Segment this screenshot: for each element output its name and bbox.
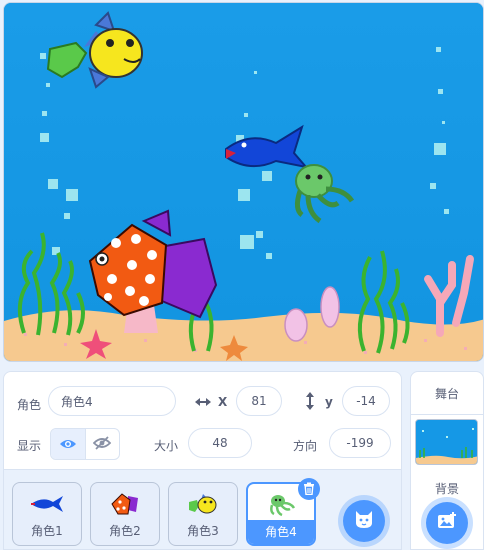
eye-slash-icon <box>92 435 112 454</box>
orange-fish-icon <box>91 487 159 521</box>
hide-button[interactable] <box>86 429 120 459</box>
sprite-tile-1[interactable]: 角色1 <box>12 482 82 546</box>
x-input[interactable]: 81 <box>236 386 282 416</box>
direction-label: 方向 <box>293 439 318 453</box>
stage-scene <box>4 3 483 361</box>
sprite-tile-3[interactable]: 角色3 <box>168 482 238 546</box>
sprite-name-input[interactable]: 角色4 <box>48 386 176 416</box>
stage-title: 舞台 <box>411 372 483 415</box>
blue-fish-icon <box>13 487 81 521</box>
size-label: 大小 <box>154 439 179 453</box>
y-input[interactable]: -14 <box>342 386 390 416</box>
scratch-editor: 角色 角色4 X 81 y -14 显示 大小 48 方向 -199 角色1 角… <box>0 0 484 550</box>
sprite-tile-label: 角色4 <box>248 520 314 544</box>
show-label: 显示 <box>17 439 42 453</box>
cat-icon <box>353 509 375 533</box>
choose-sprite-button[interactable] <box>343 500 385 542</box>
y-label: y <box>325 395 333 409</box>
add-image-icon <box>436 511 458 535</box>
eye-icon <box>59 435 77 454</box>
stage-thumbnail[interactable] <box>415 419 478 465</box>
visibility-toggle <box>50 428 120 460</box>
backdrop-label: 背景 <box>434 482 459 496</box>
x-label: X <box>218 395 228 409</box>
x-arrows-icon <box>194 394 212 413</box>
sprite-tile-4[interactable]: 角色4 <box>246 478 320 546</box>
sprite-tile-label: 角色2 <box>109 524 141 538</box>
sprite-info-panel: 角色 角色4 X 81 y -14 显示 大小 48 方向 -199 <box>3 371 402 470</box>
direction-input[interactable]: -199 <box>329 428 391 458</box>
size-input[interactable]: 48 <box>188 428 252 458</box>
stage-canvas[interactable] <box>3 2 484 362</box>
show-button[interactable] <box>51 429 86 459</box>
sprite-tile-label: 角色3 <box>187 524 219 538</box>
delete-sprite-button[interactable] <box>298 478 320 500</box>
stage-panel: 舞台 背景 <box>410 371 484 550</box>
y-arrows-icon <box>304 391 316 415</box>
choose-backdrop-button[interactable] <box>426 502 468 544</box>
trash-icon <box>303 480 315 499</box>
sprite-tile-2[interactable]: 角色2 <box>90 482 160 546</box>
yellow-fish-icon <box>169 487 237 521</box>
sprite-tile-label: 角色1 <box>31 524 63 538</box>
sprite-list: 角色1 角色2 角色3 角色4 <box>3 470 402 550</box>
sprite-name-label: 角色 <box>17 398 42 412</box>
